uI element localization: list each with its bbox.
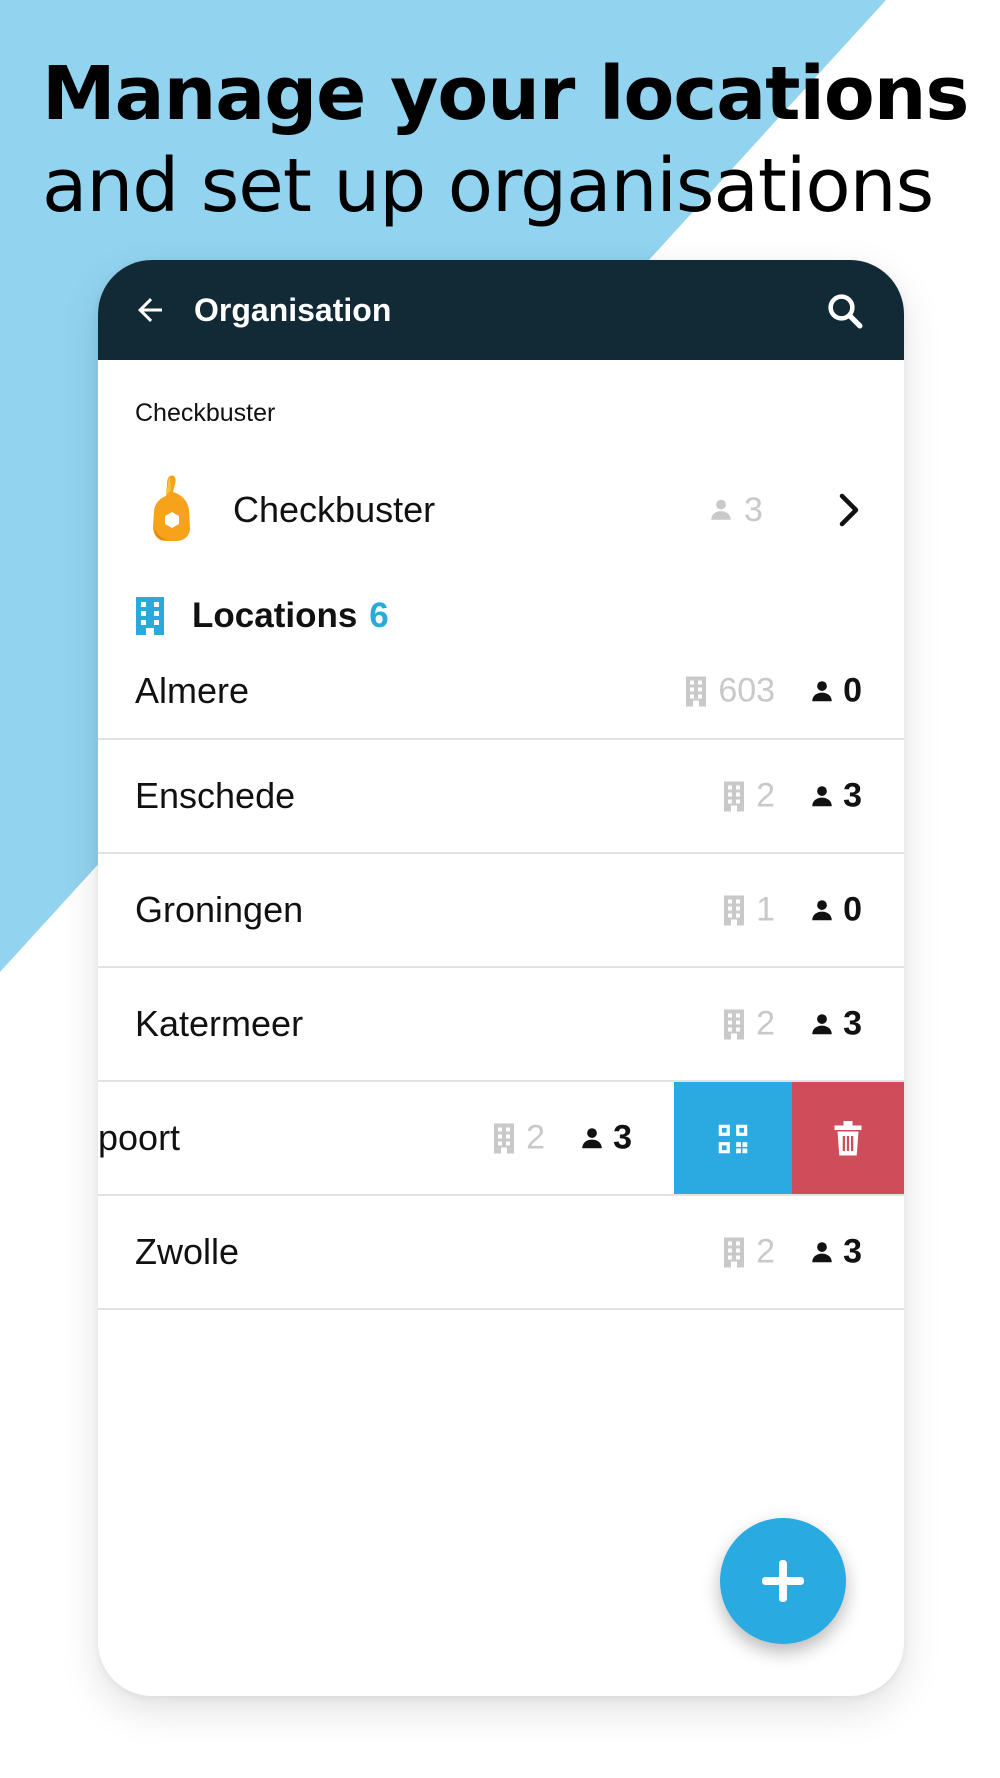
person-icon: [711, 499, 731, 520]
people-count: 3: [809, 777, 862, 816]
list-item[interactable]: Zwolle 2 3: [98, 1196, 904, 1310]
locations-label: Locations: [192, 596, 358, 635]
location-stats: 603 0: [684, 672, 862, 711]
location-stats: 2 3: [722, 777, 862, 816]
building-icon: [724, 781, 745, 811]
building-icon: [494, 1123, 515, 1153]
location-name: Katermeer: [135, 1003, 304, 1044]
list-item[interactable]: Enschede 2 3: [98, 740, 904, 854]
organisation-row[interactable]: Checkbuster 3: [98, 450, 904, 570]
building-icon: [724, 1009, 745, 1039]
person-icon: [582, 1127, 602, 1148]
headline: Manage your locations and set up organis…: [42, 48, 969, 232]
building-icon: [136, 597, 164, 635]
qr-code-icon: [718, 1124, 748, 1154]
person-icon: [812, 1013, 832, 1034]
trash-icon: [834, 1121, 862, 1156]
organisation-section-label: Checkbuster: [135, 399, 276, 427]
organisation-user-count-value: 3: [744, 491, 763, 529]
people-count-value: 3: [613, 1118, 632, 1157]
qr-code-button[interactable]: [674, 1082, 792, 1194]
building-count-value: 2: [526, 1118, 546, 1157]
people-count-value: 3: [843, 776, 862, 815]
people-count: 3: [579, 1119, 632, 1158]
organisation-name: Checkbuster: [233, 489, 436, 530]
plus-icon: [762, 1560, 804, 1602]
people-count: 3: [809, 1233, 862, 1272]
location-name: Almere: [135, 670, 250, 711]
building-count-value: 1: [756, 890, 776, 929]
people-count-value: 3: [843, 1004, 862, 1043]
person-icon: [812, 1241, 832, 1262]
building-icon: [686, 676, 707, 706]
building-count: 2: [492, 1119, 545, 1158]
list-item[interactable]: Katermeer 2 3: [98, 968, 904, 1082]
location-stats: 2 3: [722, 1005, 862, 1044]
building-count: 2: [722, 1005, 775, 1044]
location-name: Groningen: [135, 889, 304, 930]
list-item[interactable]: Groningen 1 0: [98, 854, 904, 968]
locations-count: 6: [369, 596, 389, 635]
swiped-row-content[interactable]: poort 2 3: [98, 1082, 674, 1194]
building-count: 1: [722, 891, 775, 930]
people-count: 3: [809, 1005, 862, 1044]
building-icon: [724, 1237, 745, 1267]
headline-line-2: and set up organisations: [42, 143, 934, 229]
people-count-value: 0: [843, 671, 862, 710]
people-count: 0: [809, 891, 862, 930]
headline-line-1: Manage your locations: [42, 51, 969, 137]
app-bar: Organisation: [98, 260, 904, 360]
person-icon: [812, 899, 832, 920]
delete-button[interactable]: [792, 1082, 904, 1194]
building-count: 2: [722, 777, 775, 816]
arrow-left-icon[interactable]: [132, 292, 168, 328]
locations-header: Locations 6: [134, 588, 389, 644]
organisation-user-count: 3: [708, 490, 763, 530]
building-icon: [724, 895, 745, 925]
building-count-value: 2: [756, 776, 776, 815]
people-count-value: 0: [843, 890, 862, 929]
location-stats: 1 0: [722, 891, 862, 930]
search-icon[interactable]: [824, 290, 866, 332]
ok-hand-icon: [148, 472, 196, 544]
chevron-right-icon[interactable]: [834, 490, 864, 530]
list-item-swiped[interactable]: poort 2 3: [98, 1082, 904, 1196]
people-count-value: 3: [843, 1232, 862, 1271]
building-count-value: 2: [756, 1232, 776, 1271]
location-stats: 2 3: [492, 1119, 632, 1158]
location-name: Enschede: [135, 775, 296, 816]
location-stats: 2 3: [722, 1233, 862, 1272]
app-bar-title: Organisation: [194, 292, 392, 328]
building-count: 2: [722, 1233, 775, 1272]
person-icon: [812, 785, 832, 806]
phone-screen: Organisation Checkbuster Checkbuster 3 L…: [98, 260, 904, 1696]
locations-list: Almere 603 0 Enschede 2 3 Groningen 1 0 …: [98, 644, 904, 1310]
person-icon: [812, 680, 832, 701]
location-name: Zwolle: [135, 1231, 240, 1272]
building-count-value: 2: [756, 1004, 776, 1043]
building-count-value: 603: [718, 671, 776, 710]
list-item[interactable]: Almere 603 0: [98, 644, 904, 740]
add-location-button[interactable]: [720, 1518, 846, 1644]
building-count: 603: [684, 672, 775, 711]
location-name: poort: [98, 1117, 181, 1158]
people-count: 0: [809, 672, 862, 711]
